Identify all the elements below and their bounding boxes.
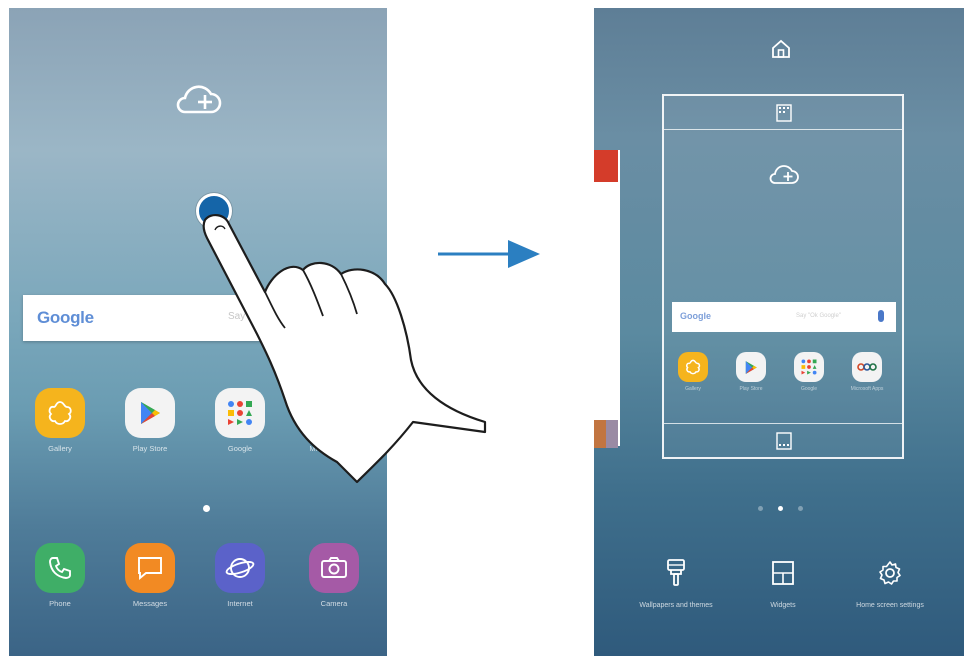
google-folder-icon [794,352,824,382]
panel-top-strip [664,96,902,130]
widgets-icon [772,561,794,585]
app-internet[interactable]: Internet [205,543,275,608]
gallery-icon [678,352,708,382]
app-label: Play Store [132,444,168,453]
page-indicator [758,504,808,514]
widgets-button[interactable]: Widgets [735,558,831,611]
page-indicator [203,505,210,512]
edit-option-label: Wallpapers and themes [639,602,713,609]
wallpapers-and-themes-button[interactable]: Wallpapers and themes [628,558,724,611]
play-store-icon [125,388,175,438]
search-hint: Say "Ok Google" [796,313,841,319]
app-microsoft-folder[interactable]: Microsoft Apps [842,352,892,392]
dock-layout-icon [776,432,792,450]
cloud-add-icon[interactable] [766,162,802,188]
current-panel-preview[interactable]: Google Say "Ok Google" Gallery Play Stor… [662,94,904,459]
page-dot-active[interactable] [778,506,783,511]
app-label: Play Store [739,386,763,392]
gallery-icon [35,388,85,438]
google-logo: Google [680,311,711,321]
mic-icon[interactable] [878,310,884,322]
app-gallery[interactable]: Gallery [25,388,95,453]
transition-arrow-icon [438,240,540,268]
home-screen-settings-button[interactable]: Home screen settings [842,558,938,611]
google-logo: Google [37,308,94,327]
page-dot[interactable] [758,506,763,511]
app-label: Google [800,386,818,392]
edit-option-label: Home screen settings [856,602,924,609]
home-screen-edit-mode: Google Say "Ok Google" Gallery Play Stor… [594,8,964,656]
google-search-bar[interactable]: Google Say "Ok Google" [672,302,896,332]
app-label: Camera [320,599,348,608]
phone-icon [35,543,85,593]
microsoft-folder-icon [852,352,882,382]
app-phone[interactable]: Phone [25,543,95,608]
app-label: Microsoft Apps [850,386,884,392]
app-label: Gallery [685,386,701,392]
cloud-add-icon[interactable] [171,80,227,120]
app-play-store[interactable]: Play Store [115,388,185,453]
app-label: Internet [227,599,253,608]
page-dot[interactable] [798,506,803,511]
app-play-store[interactable]: Play Store [726,352,776,392]
edit-option-label: Widgets [770,602,796,609]
paint-brush-icon [667,559,685,586]
messages-icon [125,543,175,593]
play-store-icon [736,352,766,382]
app-messages[interactable]: Messages [115,543,185,608]
app-label: Phone [49,599,71,608]
camera-icon [309,543,359,593]
page-layout-icon [776,104,792,122]
home-icon[interactable] [770,38,792,60]
app-label: Messages [132,599,168,608]
gear-icon [879,561,901,585]
app-gallery[interactable]: Gallery [668,352,718,392]
app-camera[interactable]: Camera [299,543,369,608]
panel-bottom-strip [664,423,902,457]
app-google-folder[interactable]: Google [784,352,834,392]
app-label: Gallery [48,444,72,453]
adjacent-panel-preview[interactable] [594,150,620,448]
internet-icon [215,543,265,593]
